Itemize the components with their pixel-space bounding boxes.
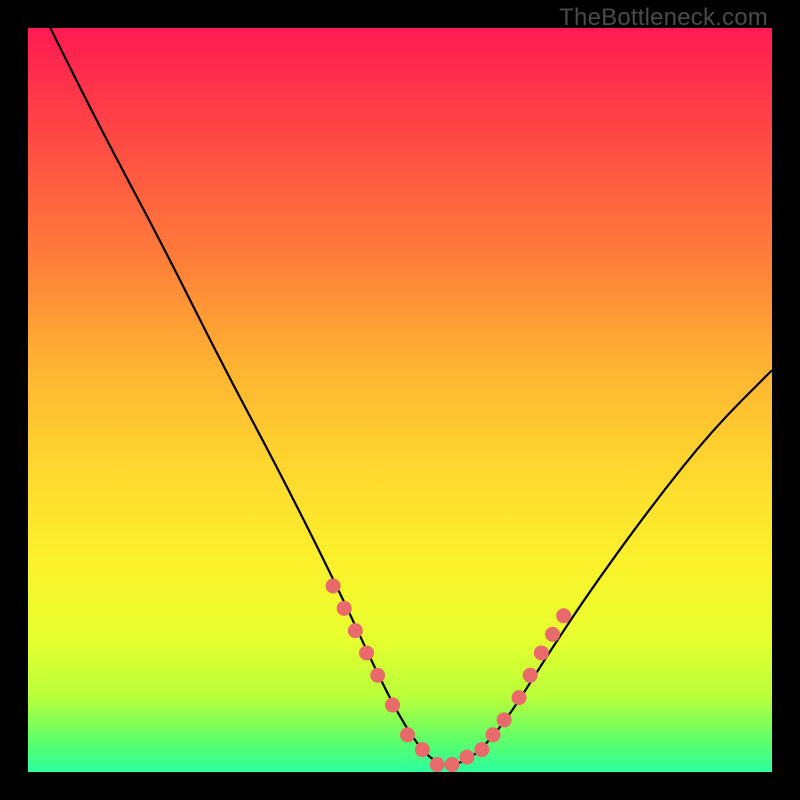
dot [556,608,571,623]
dot [430,757,445,772]
dot [474,742,489,757]
dot [545,627,560,642]
bottleneck-curve [50,28,772,765]
dot [337,601,352,616]
dot [445,757,460,772]
dot [385,698,400,713]
dot [534,645,549,660]
dot [512,690,527,705]
dot [359,645,374,660]
dot [348,623,363,638]
dot [415,742,430,757]
chart-svg [28,28,772,772]
dot [486,727,501,742]
dot [523,668,538,683]
dot [459,750,474,765]
dot [370,668,385,683]
dot [326,579,341,594]
sweet-spot-dots [326,579,572,773]
dot [400,727,415,742]
dot [497,712,512,727]
